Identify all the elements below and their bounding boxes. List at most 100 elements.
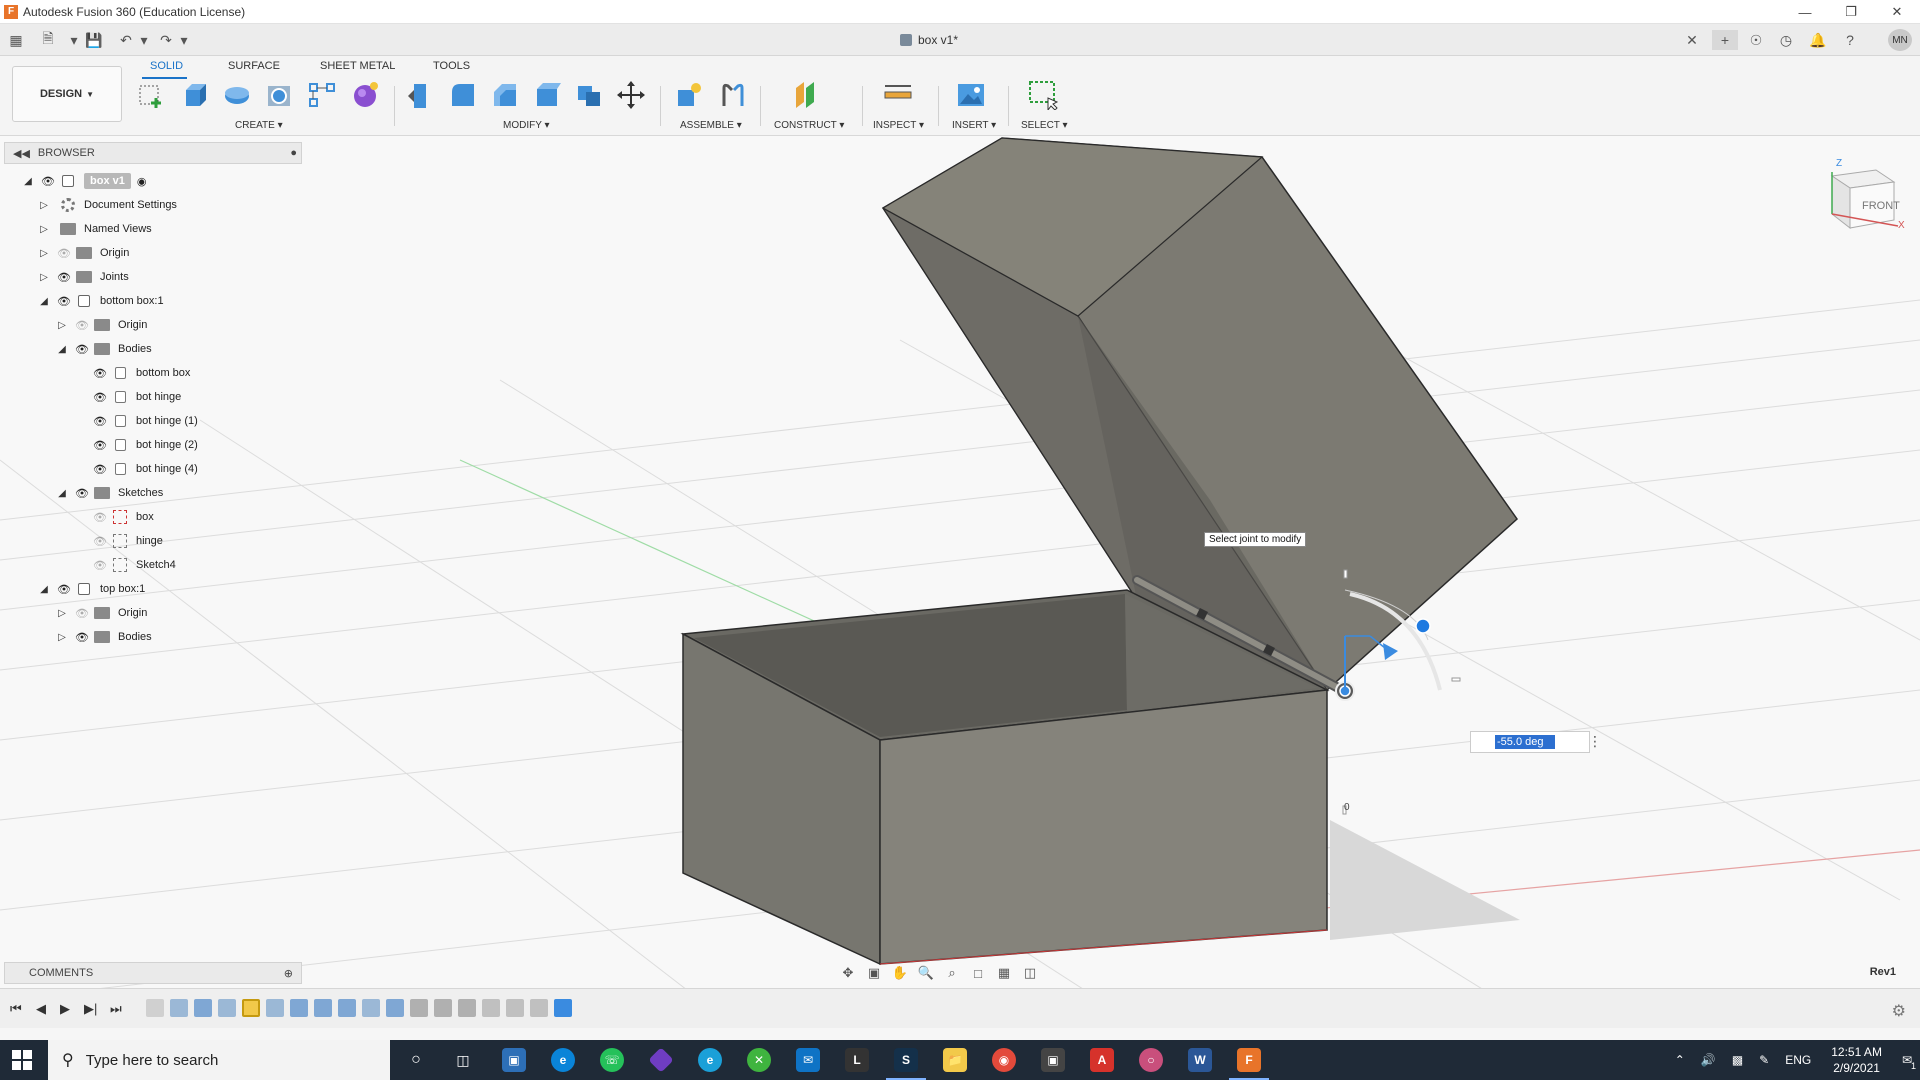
inspect-group-label[interactable]: INSPECT ▾ bbox=[873, 120, 924, 131]
timeline-feature-icon[interactable] bbox=[146, 999, 164, 1017]
tree-row[interactable]: ▷ 👁 Bodies bbox=[56, 626, 152, 648]
tree-row[interactable]: 👁 bot hinge (4) bbox=[86, 458, 198, 480]
angle-input-box[interactable] bbox=[1470, 731, 1590, 753]
tree-row[interactable]: ▷ 👁 Origin bbox=[56, 314, 147, 336]
hidden-eye-icon[interactable]: 👁 bbox=[92, 535, 108, 548]
autocad-icon[interactable]: A bbox=[1090, 1048, 1114, 1072]
select-group-label[interactable]: SELECT ▾ bbox=[1021, 120, 1068, 131]
redo-icon[interactable]: ↷ bbox=[156, 30, 176, 50]
tree-row[interactable]: 👁 hinge bbox=[86, 530, 163, 552]
tree-row[interactable]: 👁 bot hinge (1) bbox=[86, 410, 198, 432]
timeline-feature-icon[interactable] bbox=[242, 999, 260, 1017]
clock[interactable]: 12:51 AM 2/9/2021 bbox=[1831, 1044, 1882, 1076]
notifications-bell-icon[interactable]: 🔔 bbox=[1808, 30, 1828, 50]
visibility-eye-icon[interactable]: 👁 bbox=[92, 439, 108, 452]
more-options-icon[interactable]: ⋮ bbox=[1588, 733, 1602, 750]
visibility-eye-icon[interactable]: 👁 bbox=[40, 175, 56, 188]
fillet-icon[interactable] bbox=[448, 80, 478, 110]
fusion-360-taskbar-icon[interactable]: F bbox=[1237, 1048, 1261, 1072]
lightroom-icon[interactable]: L bbox=[845, 1048, 869, 1072]
restore-icon[interactable]: ❐ bbox=[1828, 0, 1874, 24]
visibility-eye-icon[interactable]: 👁 bbox=[92, 463, 108, 476]
tray-overflow-chevron-icon[interactable]: ⌃ bbox=[1675, 1053, 1685, 1067]
step-forward-icon[interactable]: ▶| bbox=[84, 1001, 97, 1017]
visibility-eye-icon[interactable]: 👁 bbox=[74, 487, 90, 500]
go-to-start-icon[interactable]: ⏮ bbox=[10, 1001, 22, 1017]
tree-row[interactable]: ▷ Document Settings bbox=[38, 194, 177, 216]
timeline-feature-icon[interactable] bbox=[314, 999, 332, 1017]
timeline-joint-icon[interactable] bbox=[410, 999, 428, 1017]
visibility-eye-icon[interactable]: 👁 bbox=[56, 271, 72, 284]
tab-surface[interactable]: SURFACE bbox=[228, 60, 280, 72]
file-dropdown-chevron-icon[interactable]: ▾ bbox=[64, 30, 84, 50]
expand-arrow-icon[interactable]: ▷ bbox=[38, 223, 50, 235]
joint-icon[interactable] bbox=[718, 80, 748, 110]
close-window-icon[interactable]: ✕ bbox=[1874, 0, 1920, 24]
pen-icon[interactable]: ✎ bbox=[1759, 1053, 1769, 1067]
chrome-icon[interactable]: ◉ bbox=[992, 1048, 1016, 1072]
edge-new-icon[interactable]: e bbox=[698, 1048, 722, 1072]
create-sketch-icon[interactable] bbox=[136, 80, 166, 110]
hole-icon[interactable] bbox=[264, 80, 294, 110]
expand-arrow-icon[interactable]: ▷ bbox=[38, 199, 50, 211]
close-tab-icon[interactable]: ✕ bbox=[1682, 30, 1702, 50]
hidden-eye-icon[interactable]: 👁 bbox=[56, 247, 72, 260]
hidden-eye-icon[interactable]: 👁 bbox=[74, 319, 90, 332]
task-view-icon[interactable]: ◫ bbox=[451, 1048, 475, 1072]
expand-arrow-icon[interactable]: ▷ bbox=[56, 607, 68, 619]
timeline-joint-icon[interactable] bbox=[506, 999, 524, 1017]
redo-dropdown-icon[interactable]: ▾ bbox=[174, 30, 194, 50]
tab-sheet-metal[interactable]: SHEET METAL bbox=[320, 60, 395, 72]
tree-row[interactable]: ▷ 👁 Origin bbox=[56, 602, 147, 624]
construct-group-label[interactable]: CONSTRUCT ▾ bbox=[774, 120, 844, 131]
display-settings-icon[interactable]: □ bbox=[970, 965, 986, 981]
create-group-label[interactable]: CREATE ▾ bbox=[235, 120, 283, 131]
tree-row[interactable]: ▷ 👁 Origin bbox=[38, 242, 129, 264]
extrude-icon[interactable] bbox=[180, 80, 210, 110]
data-panel-grid-icon[interactable]: ▦ bbox=[6, 30, 26, 50]
extensions-icon[interactable]: ☉ bbox=[1746, 30, 1766, 50]
assemble-group-label[interactable]: ASSEMBLE ▾ bbox=[680, 120, 742, 131]
timeline-joint-icon[interactable] bbox=[458, 999, 476, 1017]
language-indicator[interactable]: ENG bbox=[1785, 1053, 1811, 1067]
tree-row[interactable]: ◢ 👁 Bodies bbox=[56, 338, 152, 360]
expand-arrow-icon[interactable]: ▷ bbox=[38, 271, 50, 283]
file-menu-icon[interactable]: 🗎 bbox=[38, 30, 58, 50]
combine-icon[interactable] bbox=[574, 80, 604, 110]
collapse-arrow-icon[interactable]: ◢ bbox=[38, 295, 50, 307]
shell-icon[interactable] bbox=[532, 80, 562, 110]
job-status-icon[interactable]: ◷ bbox=[1776, 30, 1796, 50]
tree-row[interactable]: ◢ 👁 bottom box:1 bbox=[38, 290, 164, 312]
timeline-feature-icon[interactable] bbox=[266, 999, 284, 1017]
timeline-joint-icon[interactable] bbox=[482, 999, 500, 1017]
new-component-icon[interactable] bbox=[674, 80, 704, 110]
new-tab-plus-icon[interactable]: + bbox=[1712, 30, 1738, 50]
tree-row[interactable]: ▷ 👁 Joints bbox=[38, 266, 129, 288]
timeline-feature-icon[interactable] bbox=[218, 999, 236, 1017]
measure-icon[interactable] bbox=[883, 80, 913, 110]
whatsapp-icon[interactable]: ☏ bbox=[600, 1048, 624, 1072]
undo-icon[interactable]: ↶ bbox=[116, 30, 136, 50]
tree-row[interactable]: ▷ Named Views bbox=[38, 218, 152, 240]
chamfer-icon[interactable] bbox=[490, 80, 520, 110]
tree-row[interactable]: ◢ 👁 top box:1 bbox=[38, 578, 145, 600]
view-cube-face-label[interactable]: FRONT bbox=[1862, 200, 1900, 212]
tab-solid[interactable]: SOLID bbox=[150, 60, 183, 72]
revolve-icon[interactable] bbox=[222, 80, 252, 110]
visual-studio-icon[interactable] bbox=[648, 1047, 674, 1073]
windows-start-icon[interactable] bbox=[12, 1050, 32, 1070]
steam-icon[interactable]: S bbox=[894, 1048, 918, 1072]
collapse-panel-icon[interactable]: ◀◀ bbox=[13, 147, 30, 160]
offset-plane-icon[interactable] bbox=[792, 80, 822, 110]
angle-value-field[interactable] bbox=[1495, 735, 1555, 749]
select-window-icon[interactable] bbox=[1028, 80, 1058, 110]
pattern-icon[interactable] bbox=[307, 80, 337, 110]
photos-icon[interactable]: ▣ bbox=[1041, 1048, 1065, 1072]
add-comment-icon[interactable]: ⊕ bbox=[284, 967, 293, 980]
timeline-feature-icon[interactable] bbox=[362, 999, 380, 1017]
move-copy-icon[interactable] bbox=[616, 80, 646, 110]
tree-row[interactable]: 👁 bot hinge (2) bbox=[86, 434, 198, 456]
file-explorer-icon[interactable]: 📁 bbox=[943, 1048, 967, 1072]
step-back-icon[interactable]: ◀ bbox=[36, 1001, 46, 1017]
fit-icon[interactable]: ⌕ bbox=[944, 965, 960, 981]
